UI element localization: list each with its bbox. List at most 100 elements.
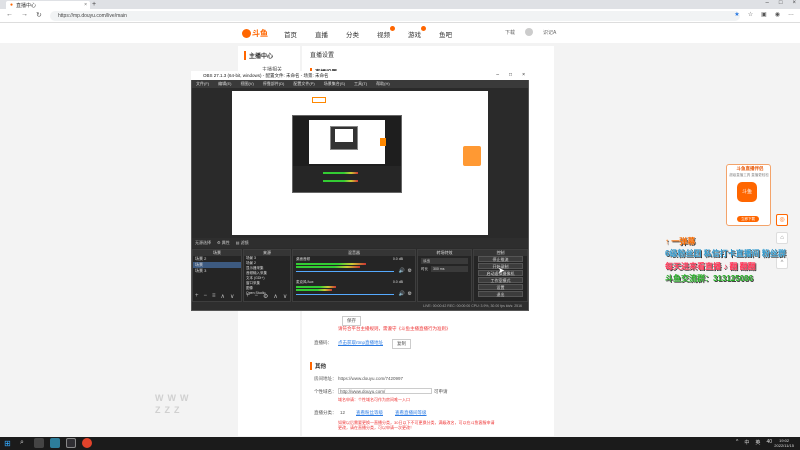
url-input[interactable]: https://mp.douyu.com/live/main [50, 11, 740, 21]
nav-item-game[interactable]: 游戏 [408, 26, 426, 39]
stop-streaming-button[interactable]: 停止推流 [478, 256, 523, 262]
up-icon[interactable]: ∧ [273, 293, 277, 300]
nav-item-live[interactable]: 直播 [315, 29, 328, 39]
gear-icon[interactable]: ⚙ [408, 291, 412, 297]
obs-title: OBS 27.1.3 (64-bit, windows) - 配置文件: 未命名… [203, 73, 329, 78]
duration-row: 时长 300 ms [421, 266, 468, 272]
save-button[interactable]: 保存 [342, 316, 361, 326]
collections-icon[interactable]: ▣ [761, 11, 767, 18]
favorites-icon[interactable]: ☆ [748, 11, 753, 18]
studio-mode-button[interactable]: 工作室模式 [478, 277, 523, 283]
down-icon[interactable]: ∨ [230, 293, 234, 300]
nested-meter [323, 172, 358, 174]
download-button[interactable]: 立即下载 [737, 216, 759, 222]
taskbar-clock[interactable]: 19:02 2022/11/15 [774, 438, 794, 448]
close-tab-icon[interactable]: × [84, 2, 87, 8]
remove-icon[interactable]: − [255, 293, 259, 300]
volume-icon[interactable]: 40 [766, 439, 772, 446]
more-icon[interactable]: … [788, 11, 794, 18]
logo-fish-icon [242, 28, 251, 38]
nav-item-home[interactable]: 首页 [284, 29, 297, 39]
menu-view[interactable]: 视图(V) [240, 80, 253, 88]
scene-item[interactable]: 场景 3 [193, 268, 241, 274]
clock-date: 2022/11/15 [774, 443, 794, 448]
search-icon[interactable]: ⌕ [20, 439, 24, 447]
close-icon[interactable]: × [522, 71, 525, 80]
reload-icon[interactable]: ↻ [36, 11, 42, 19]
username-link[interactable]: 识记A [543, 29, 556, 36]
nested-canvas-2 [335, 129, 353, 142]
star-icon[interactable]: ★ [734, 11, 739, 18]
nav-item-video[interactable]: 视频 [377, 26, 395, 39]
menu-scene-collection[interactable]: 场景集合(S) [324, 80, 345, 88]
profile-icon[interactable]: ◉ [775, 11, 780, 18]
home-icon[interactable]: ⌂ [776, 232, 788, 244]
menu-edit[interactable]: 编辑(E) [218, 80, 231, 88]
transition-select[interactable]: 淡出 [421, 258, 468, 264]
tray-expand-icon[interactable]: ^ [736, 439, 738, 446]
properties-button[interactable]: ⚙ 属性 [217, 240, 230, 246]
mixer-track: 麦克风/Aux 0.0 dB 🔊 ⚙ [293, 279, 415, 302]
filters-button[interactable]: ▤ 滤镜 [236, 240, 249, 246]
duration-input[interactable]: 300 ms [431, 266, 468, 272]
room-url-label: 房间地址： [314, 376, 337, 381]
track-name: 麦克风/Aux [296, 280, 314, 284]
add-icon[interactable]: + [195, 293, 199, 300]
filter-icon[interactable]: ≡ [212, 293, 216, 300]
menu-tools[interactable]: 工具(T) [354, 80, 367, 88]
obs-window-controls: – □ × [496, 71, 525, 80]
language-icon[interactable]: 英 [755, 439, 760, 446]
browser-tab[interactable]: ● 直播中心 × [6, 1, 90, 9]
speaker-icon[interactable]: 🔊 [399, 268, 405, 274]
nav-item-yuba[interactable]: 鱼吧 [439, 29, 452, 39]
edge-icon[interactable] [50, 438, 60, 448]
speaker-icon[interactable]: 🔊 [399, 291, 405, 297]
download-link[interactable]: 下载 [505, 29, 515, 36]
chat-icon[interactable]: ◎ [776, 214, 788, 226]
minimize-icon[interactable]: – [766, 0, 769, 6]
forward-icon[interactable]: → [21, 11, 28, 19]
douyu-logo[interactable]: 斗鱼 [242, 25, 272, 41]
level-value: 12 [340, 410, 346, 415]
gear-icon[interactable]: ⚙ [408, 268, 412, 274]
room-level-link[interactable]: 查看直播间等级 [395, 410, 427, 416]
up-icon[interactable]: ∧ [221, 293, 225, 300]
domain-input[interactable]: http://www.douyu.com/ [338, 388, 432, 394]
track-db: 0.0 dB [392, 257, 403, 261]
close-window-icon[interactable]: × [792, 0, 796, 6]
new-badge [421, 26, 426, 31]
menu-help[interactable]: 帮助(H) [376, 80, 390, 88]
remove-icon[interactable]: − [204, 293, 208, 300]
windows-start-icon[interactable]: ⊞ [4, 439, 11, 448]
obs-status-bar: LIVE: 00:00:42 REC: 00:00:00 CPU: 3.9%, … [192, 302, 528, 310]
menu-docks[interactable]: 停靠部件(D) [263, 80, 285, 88]
volume-slider[interactable] [296, 271, 394, 272]
filters-label: 滤镜 [240, 240, 249, 245]
nav-item-category[interactable]: 分类 [346, 29, 359, 39]
fan-level-link[interactable]: 查看粉丝等级 [356, 410, 383, 416]
settings-button[interactable]: 设置 [478, 284, 523, 290]
down-icon[interactable]: ∨ [283, 293, 287, 300]
avatar[interactable] [525, 28, 534, 36]
minimize-icon[interactable]: – [496, 71, 499, 80]
copy-button[interactable]: 复制 [392, 339, 411, 349]
exit-button[interactable]: 退出 [478, 291, 523, 297]
obs-app-icon[interactable] [66, 438, 76, 448]
overlay-line: ↑ 一弹幕 [665, 237, 696, 246]
task-view-icon[interactable] [34, 438, 44, 448]
nested-meter [323, 180, 358, 182]
new-tab-icon[interactable]: + [92, 1, 96, 8]
rtmp-link[interactable]: 点击获取rtmp直播地址 [338, 340, 383, 346]
maximize-icon[interactable]: □ [509, 71, 512, 80]
menu-profile[interactable]: 配置文件(P) [293, 80, 314, 88]
volume-slider[interactable] [296, 294, 394, 295]
gear-icon[interactable]: ⚙ [263, 293, 268, 300]
add-icon[interactable]: + [246, 293, 250, 300]
maximize-icon[interactable]: □ [779, 0, 783, 6]
domain-select[interactable]: 可申请 [434, 389, 448, 395]
track-name: 桌面音频 [296, 257, 310, 261]
app-icon[interactable] [82, 438, 92, 448]
back-icon[interactable]: ← [6, 11, 13, 19]
ime-icon[interactable]: 中 [744, 439, 749, 446]
menu-file[interactable]: 文件(F) [196, 80, 209, 88]
